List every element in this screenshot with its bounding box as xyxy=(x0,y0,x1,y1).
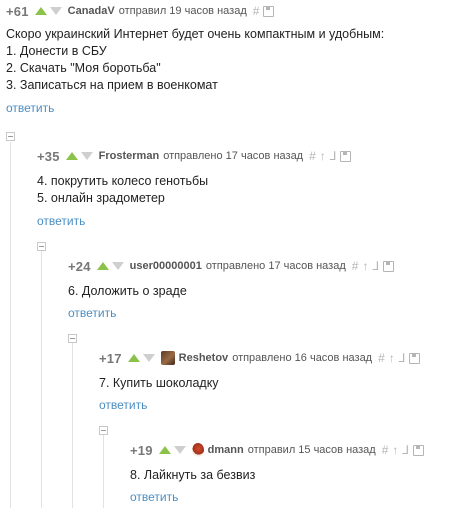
comment-line: 5. онлайн зрадометер xyxy=(37,191,165,205)
comment-header: +24 user00000001 отправлено 17 часов наз… xyxy=(68,257,395,275)
comment-author[interactable]: Frosterman xyxy=(99,150,160,162)
branch-icon[interactable]: ⅃ xyxy=(399,352,406,364)
hash-icon[interactable]: # xyxy=(253,5,260,17)
comment-time: отправил 19 часов назад xyxy=(118,5,247,17)
comment-header: +17 Reshetov отправлено 16 часов назад #… xyxy=(99,349,421,367)
comment-score: +19 xyxy=(130,442,153,458)
comment-body: Скоро украинский Интернет будет очень ко… xyxy=(6,26,384,94)
upvote-icon[interactable] xyxy=(96,262,109,270)
comment-time: отправлено 17 часов назад xyxy=(205,260,346,272)
comment-body: 4. покрутить колесо генотьбы 5. онлайн з… xyxy=(37,173,208,207)
reply-link[interactable]: ответить xyxy=(68,306,116,320)
comment-time: отправил 15 часов назад xyxy=(247,444,376,456)
branch-icon[interactable]: ⅃ xyxy=(402,444,409,456)
save-icon[interactable] xyxy=(383,260,395,272)
comment-line: 8. Лайкнуть за безвиз xyxy=(130,468,256,482)
comment-score: +24 xyxy=(68,258,91,274)
downvote-icon[interactable] xyxy=(111,262,124,270)
comment-time: отправлено 16 часов назад xyxy=(232,352,373,364)
hash-icon[interactable]: # xyxy=(352,260,359,272)
comment-tools: # ↑ ⅃ xyxy=(382,444,425,456)
comment-header: +61 CanadaV отправил 19 часов назад # xyxy=(6,2,275,20)
parent-arrow-icon[interactable]: ↑ xyxy=(362,260,368,272)
reply-link[interactable]: ответить xyxy=(130,490,178,504)
downvote-icon[interactable] xyxy=(80,152,93,160)
hash-icon[interactable]: # xyxy=(378,352,385,364)
save-icon[interactable] xyxy=(340,150,352,162)
reply-link[interactable]: ответить xyxy=(99,398,147,412)
comment-line: 1. Донести в СБУ xyxy=(6,44,107,58)
comment-score: +35 xyxy=(37,148,60,164)
comment-author[interactable]: CanadaV xyxy=(68,5,115,17)
comment-score: +61 xyxy=(6,3,29,19)
thread-line-1 xyxy=(10,142,11,508)
hash-icon[interactable]: # xyxy=(309,150,316,162)
upvote-icon[interactable] xyxy=(65,152,78,160)
comment-line: Скоро украинский Интернет будет очень ко… xyxy=(6,27,385,41)
branch-icon[interactable]: ⅃ xyxy=(330,150,337,162)
avatar[interactable] xyxy=(160,351,175,365)
comment-author[interactable]: user00000001 xyxy=(130,260,202,272)
comment-line: 3. Записаться на прием в военкомат xyxy=(6,78,218,92)
parent-arrow-icon[interactable]: ↑ xyxy=(389,352,395,364)
upvote-icon[interactable] xyxy=(158,446,171,454)
downvote-icon[interactable] xyxy=(142,354,155,362)
upvote-icon[interactable] xyxy=(34,7,47,15)
comment-line: 6. Доложить о зраде xyxy=(68,284,187,298)
thread-line-4 xyxy=(103,432,104,508)
save-icon[interactable] xyxy=(409,352,421,364)
comment-tools: # ↑ ⅃ xyxy=(378,352,421,364)
save-icon[interactable] xyxy=(413,444,425,456)
comment-tools: # xyxy=(253,5,275,17)
save-icon[interactable] xyxy=(263,5,275,17)
comment-line: 4. покрутить колесо генотьбы xyxy=(37,174,209,188)
comment-header: +19 dmann отправил 15 часов назад # ↑ ⅃ xyxy=(130,441,425,459)
parent-arrow-icon[interactable]: ↑ xyxy=(320,150,326,162)
comment-time: отправлено 17 часов назад xyxy=(163,150,304,162)
collapse-icon[interactable] xyxy=(99,426,108,435)
comment-score: +17 xyxy=(99,350,122,366)
comment-tools: # ↑ ⅃ xyxy=(309,150,352,162)
comment-line: 2. Скачать "Моя боротьба" xyxy=(6,61,161,75)
parent-arrow-icon[interactable]: ↑ xyxy=(392,444,398,456)
comment-author[interactable]: dmann xyxy=(208,444,244,456)
upvote-icon[interactable] xyxy=(127,354,140,362)
avatar[interactable] xyxy=(191,443,204,457)
comment-tools: # ↑ ⅃ xyxy=(352,260,395,272)
downvote-icon[interactable] xyxy=(173,446,186,454)
comment-body: 6. Доложить о зраде xyxy=(68,283,187,300)
thread-line-2 xyxy=(41,248,42,508)
collapse-icon[interactable] xyxy=(68,334,77,343)
downvote-icon[interactable] xyxy=(49,7,62,15)
comment-header: +35 Frosterman отправлено 17 часов назад… xyxy=(37,147,352,165)
comment-line: 7. Купить шоколадку xyxy=(99,376,219,390)
branch-icon[interactable]: ⅃ xyxy=(372,260,379,272)
collapse-icon[interactable] xyxy=(37,242,46,251)
collapse-icon[interactable] xyxy=(6,132,15,141)
comment-body: 7. Купить шоколадку xyxy=(99,375,219,392)
comment-author[interactable]: Reshetov xyxy=(179,352,229,364)
comment-body: 8. Лайкнуть за безвиз xyxy=(130,467,255,484)
reply-link[interactable]: ответить xyxy=(37,214,85,228)
reply-link[interactable]: ответить xyxy=(6,101,54,115)
hash-icon[interactable]: # xyxy=(382,444,389,456)
thread-line-3 xyxy=(72,340,73,508)
